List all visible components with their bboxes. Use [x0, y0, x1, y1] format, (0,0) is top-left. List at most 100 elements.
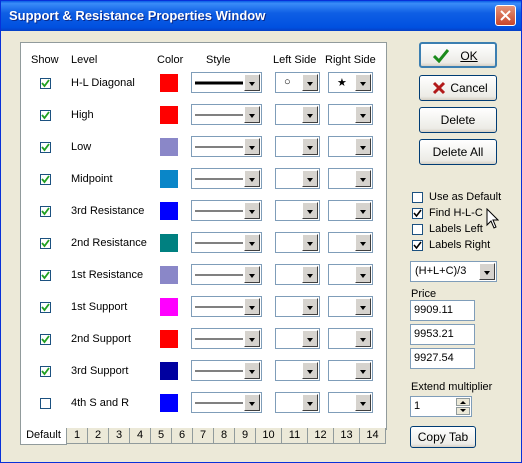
chevron-down-icon[interactable]	[302, 74, 318, 91]
color-swatch[interactable]	[160, 394, 178, 412]
color-swatch[interactable]	[160, 234, 178, 252]
show-checkbox[interactable]	[40, 270, 51, 281]
right-side-select[interactable]	[328, 296, 373, 317]
tab-default[interactable]: Default	[20, 428, 67, 445]
chevron-down-icon[interactable]	[355, 106, 371, 123]
chevron-down-icon[interactable]	[244, 202, 260, 219]
delete-button[interactable]: Delete	[419, 107, 497, 133]
option-checkbox[interactable]	[412, 240, 423, 251]
chevron-down-icon[interactable]	[244, 106, 260, 123]
chevron-down-icon[interactable]	[302, 202, 318, 219]
left-side-select[interactable]	[275, 200, 320, 221]
style-select[interactable]	[191, 200, 262, 221]
show-checkbox[interactable]	[40, 110, 51, 121]
style-select[interactable]	[191, 232, 262, 253]
tab-7[interactable]: 7	[192, 428, 214, 444]
style-select[interactable]	[191, 168, 262, 189]
chevron-down-icon[interactable]	[355, 170, 371, 187]
delete-all-button[interactable]: Delete All	[419, 139, 497, 165]
price-field-2[interactable]: 9953.21	[410, 324, 475, 345]
show-checkbox[interactable]	[40, 398, 51, 409]
price-field-1[interactable]: 9909.11	[410, 300, 475, 321]
price-field-3[interactable]: 9927.54	[410, 348, 475, 369]
right-side-select[interactable]	[328, 232, 373, 253]
chevron-down-icon[interactable]	[355, 234, 371, 251]
show-checkbox[interactable]	[40, 334, 51, 345]
style-select[interactable]	[191, 72, 262, 93]
chevron-down-icon[interactable]	[244, 138, 260, 155]
option-checkbox[interactable]	[412, 208, 423, 219]
tab-13[interactable]: 13	[333, 428, 360, 444]
copy-tab-button[interactable]: Copy Tab	[410, 426, 476, 448]
close-button[interactable]	[495, 5, 516, 26]
tab-12[interactable]: 12	[307, 428, 334, 444]
left-side-select[interactable]	[275, 328, 320, 349]
chevron-down-icon[interactable]	[244, 74, 260, 91]
left-side-select[interactable]	[275, 168, 320, 189]
left-side-select[interactable]	[275, 360, 320, 381]
tab-10[interactable]: 10	[255, 428, 282, 444]
style-select[interactable]	[191, 296, 262, 317]
style-select[interactable]	[191, 328, 262, 349]
show-checkbox[interactable]	[40, 142, 51, 153]
chevron-down-icon[interactable]	[302, 170, 318, 187]
tab-11[interactable]: 11	[281, 428, 308, 444]
right-side-select[interactable]	[328, 264, 373, 285]
chevron-down-icon[interactable]	[355, 74, 371, 91]
chevron-down-icon[interactable]	[244, 330, 260, 347]
left-side-select[interactable]	[275, 296, 320, 317]
ok-button[interactable]: OK	[419, 42, 497, 68]
color-swatch[interactable]	[160, 202, 178, 220]
chevron-down-icon[interactable]	[244, 234, 260, 251]
right-side-select[interactable]	[328, 392, 373, 413]
option-checkbox[interactable]	[412, 192, 423, 203]
style-select[interactable]	[191, 392, 262, 413]
spin-down-button[interactable]	[456, 407, 470, 415]
chevron-down-icon[interactable]	[302, 106, 318, 123]
tab-5[interactable]: 5	[150, 428, 172, 444]
chevron-down-icon[interactable]	[302, 394, 318, 411]
color-swatch[interactable]	[160, 330, 178, 348]
right-side-select[interactable]	[328, 104, 373, 125]
chevron-down-icon[interactable]	[355, 394, 371, 411]
right-side-select[interactable]	[328, 328, 373, 349]
right-side-select[interactable]	[328, 200, 373, 221]
tab-6[interactable]: 6	[171, 428, 193, 444]
tab-14[interactable]: 14	[359, 428, 386, 444]
option-checkbox[interactable]	[412, 224, 423, 235]
chevron-down-icon[interactable]	[479, 263, 495, 280]
tab-2[interactable]: 2	[87, 428, 109, 444]
formula-select[interactable]: (H+L+C)/3	[410, 261, 497, 282]
chevron-down-icon[interactable]	[302, 138, 318, 155]
color-swatch[interactable]	[160, 74, 178, 92]
show-checkbox[interactable]	[40, 206, 51, 217]
chevron-down-icon[interactable]	[244, 394, 260, 411]
color-swatch[interactable]	[160, 170, 178, 188]
left-side-select[interactable]: ○	[275, 72, 320, 93]
tab-8[interactable]: 8	[213, 428, 235, 444]
chevron-down-icon[interactable]	[244, 266, 260, 283]
right-side-select[interactable]	[328, 136, 373, 157]
tab-3[interactable]: 3	[108, 428, 130, 444]
right-side-select[interactable]: ★	[328, 72, 373, 93]
show-checkbox[interactable]	[40, 238, 51, 249]
chevron-down-icon[interactable]	[244, 170, 260, 187]
show-checkbox[interactable]	[40, 174, 51, 185]
color-swatch[interactable]	[160, 138, 178, 156]
style-select[interactable]	[191, 360, 262, 381]
right-side-select[interactable]	[328, 360, 373, 381]
style-select[interactable]	[191, 104, 262, 125]
show-checkbox[interactable]	[40, 78, 51, 89]
chevron-down-icon[interactable]	[302, 362, 318, 379]
show-checkbox[interactable]	[40, 366, 51, 377]
show-checkbox[interactable]	[40, 302, 51, 313]
chevron-down-icon[interactable]	[355, 138, 371, 155]
left-side-select[interactable]	[275, 392, 320, 413]
cancel-button[interactable]: Cancel	[419, 75, 497, 101]
style-select[interactable]	[191, 136, 262, 157]
color-swatch[interactable]	[160, 266, 178, 284]
chevron-down-icon[interactable]	[355, 362, 371, 379]
left-side-select[interactable]	[275, 264, 320, 285]
style-select[interactable]	[191, 264, 262, 285]
title-bar[interactable]: Support & Resistance Properties Window	[1, 1, 521, 31]
